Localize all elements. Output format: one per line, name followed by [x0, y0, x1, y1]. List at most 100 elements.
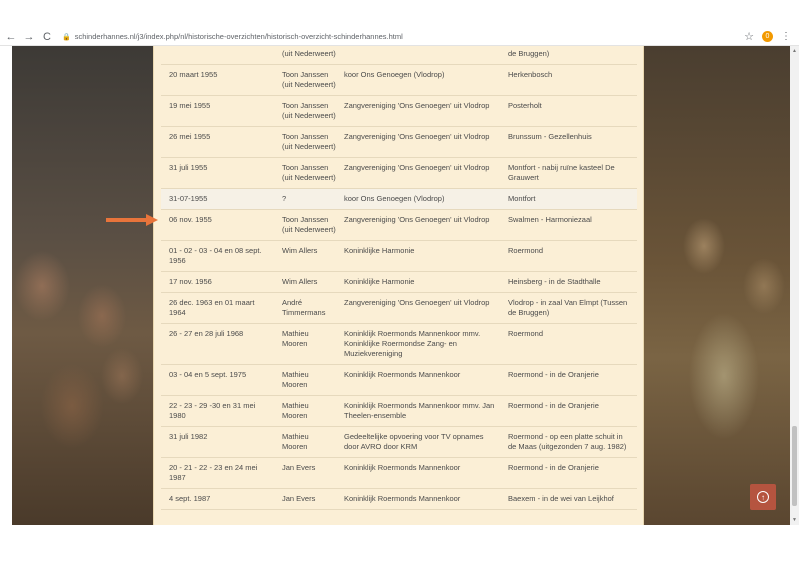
cell-performer: Koninklijke Harmonie — [344, 277, 415, 286]
lock-icon: 🔒 — [62, 33, 71, 41]
menu-icon[interactable]: ⋮ — [781, 31, 791, 42]
cell-conductor: Wim Allers — [282, 277, 318, 286]
content-panel: (uit Nederweert) de Bruggen) 20 maart 1955… — [153, 46, 644, 525]
table-row: 22 - 23 - 29 -30 en 31 mei 1980 Mathieu M… — [161, 396, 637, 427]
cell-performer: Koninklijke Harmonie — [344, 246, 415, 255]
cell-performer: Zangvereniging 'Ons Genoegen' uit Vlodro… — [344, 163, 490, 172]
cell-performer: Koninklijk Roermonds Mannenkoor — [344, 494, 461, 503]
cell-date: 06 nov. 1955 — [169, 215, 212, 224]
cell-date: 31 juli 1982 — [169, 432, 208, 441]
cell-performer: koor Ons Genoegen (Vlodrop) — [344, 70, 445, 79]
cell-date: 31-07-1955 — [169, 194, 208, 203]
cell-location: Montfort - nabij ruïne kasteel De Grauwe… — [508, 163, 615, 182]
cell-date: 20 maart 1955 — [169, 70, 218, 79]
cell-performer: Koninklijk Roermonds Mannenkoor mmv. Kon… — [344, 329, 481, 358]
reload-icon[interactable]: C — [40, 30, 54, 44]
cell-conductor: Wim Allers — [282, 246, 318, 255]
cell-conductor: Toon Janssen (uit Nederweert) — [282, 70, 336, 89]
url-text[interactable]: schinderhannes.nl/j3/index.php/nl/histor… — [75, 32, 403, 41]
scrollbar[interactable]: ▲ ▼ — [790, 46, 799, 525]
cell-conductor: ? — [282, 194, 287, 203]
scrollbar-thumb[interactable] — [792, 426, 797, 506]
cell-conductor: Toon Janssen (uit Nederweert) — [282, 101, 336, 120]
back-to-top-button[interactable]: ↑ — [750, 484, 776, 510]
cell-location: Vlodrop - in zaal Van Elmpt (Tussen de B… — [508, 298, 628, 317]
cell-location: Montfort — [508, 194, 536, 203]
cell-conductor: Toon Janssen (uit Nederweert) — [282, 163, 336, 182]
cell-conductor: Toon Janssen (uit Nederweert) — [282, 132, 336, 151]
cell-location: Posterholt — [508, 101, 542, 110]
cell-date: 4 sept. 1987 — [169, 494, 211, 503]
arrow-up-circle-icon: ↑ — [757, 491, 769, 503]
table-row: 01 - 02 - 03 - 04 en 08 sept. 1956 Wim Al… — [161, 241, 637, 272]
cell-conductor: Toon Janssen (uit Nederweert) — [282, 215, 336, 234]
address-bar[interactable]: 🔒 schinderhannes.nl/j3/index.php/nl/hist… — [62, 32, 403, 41]
cell-location: de Bruggen) — [508, 49, 550, 58]
cell-conductor: (uit Nederweert) — [282, 49, 336, 58]
cell-performer: Zangvereniging 'Ons Genoegen' uit Vlodro… — [344, 132, 490, 141]
cell-location: Herkenbosch — [508, 70, 553, 79]
performances-table: (uit Nederweert) de Bruggen) 20 maart 1955… — [161, 46, 637, 510]
cell-performer: Koninklijk Roermonds Mannenkoor — [344, 463, 461, 472]
table-row: 4 sept. 1987 Jan Evers Koninklijk Roermond… — [161, 489, 637, 510]
scroll-down-icon[interactable]: ▼ — [792, 517, 797, 523]
table-row: 17 nov. 1956 Wim Allers Koninklijke Harmon… — [161, 272, 637, 293]
cell-location: Roermond — [508, 329, 544, 338]
table-row: 19 mei 1955 Toon Janssen (uit Nederweert)… — [161, 96, 637, 127]
table-row: (uit Nederweert) de Bruggen) — [161, 46, 637, 65]
cell-performer: Koninklijk Roermonds Mannenkoor mmv. Jan… — [344, 401, 495, 420]
cell-conductor: Jan Evers — [282, 463, 316, 472]
cell-conductor: André Timmermans — [282, 298, 326, 317]
cell-date — [161, 46, 278, 64]
cell-performer — [340, 46, 504, 64]
table-row: 26 - 27 en 28 juli 1968 Mathieu Mooren Kon… — [161, 324, 637, 365]
cell-location: Roermond - in de Oranjerie — [508, 463, 599, 472]
cell-location: Brunssum - Gezellenhuis — [508, 132, 592, 141]
cell-location: Roermond - op een platte schuit in de Ma… — [508, 432, 627, 451]
background-photo-right — [644, 46, 790, 525]
forward-icon[interactable]: → — [22, 30, 36, 44]
table-row: 31-07-1955? koor Ons Genoegen (Vlodrop) Mo… — [161, 189, 637, 210]
table-row: 20 - 21 - 22 - 23 en 24 mei 1987 Jan Ever… — [161, 458, 637, 489]
cell-conductor: Mathieu Mooren — [282, 370, 309, 389]
cell-performer: Koninklijk Roermonds Mannenkoor — [344, 370, 461, 379]
cell-date: 01 - 02 - 03 - 04 en 08 sept. 1956 — [169, 246, 262, 265]
table-row: 20 maart 1955 Toon Janssen (uit Nederweer… — [161, 65, 637, 96]
table-row: 31 juli 1955 Toon Janssen (uit Nederweert… — [161, 158, 637, 189]
page-viewport: (uit Nederweert) de Bruggen) 20 maart 1955… — [12, 46, 790, 525]
cell-location: Swalmen - Harmoniezaal — [508, 215, 592, 224]
cell-location: Baexem - in de wei van Leijkhof — [508, 494, 614, 503]
cell-date: 26 mei 1955 — [169, 132, 211, 141]
cell-date: 20 - 21 - 22 - 23 en 24 mei 1987 — [169, 463, 258, 482]
table-row: 06 nov. 1955 Toon Janssen (uit Nederweert… — [161, 210, 637, 241]
scroll-up-icon[interactable]: ▲ — [792, 48, 797, 54]
background-photo-left — [12, 46, 153, 525]
cell-location: Roermond - in de Oranjerie — [508, 370, 599, 379]
cell-date: 17 nov. 1956 — [169, 277, 212, 286]
cell-location: Heinsberg - in de Stadthalle — [508, 277, 601, 286]
cell-performer: Zangvereniging 'Ons Genoegen' uit Vlodro… — [344, 101, 490, 110]
back-icon[interactable]: ← — [4, 30, 18, 44]
cell-date: 31 juli 1955 — [169, 163, 208, 172]
cell-conductor: Jan Evers — [282, 494, 316, 503]
bookmark-star-icon[interactable]: ☆ — [744, 30, 754, 43]
cell-conductor: Mathieu Mooren — [282, 329, 309, 348]
cell-date: 19 mei 1955 — [169, 101, 211, 110]
cell-date: 03 - 04 en 5 sept. 1975 — [169, 370, 247, 379]
browser-toolbar: ← → C 🔒 schinderhannes.nl/j3/index.php/n… — [0, 28, 799, 46]
cell-performer: Gedeeltelijke opvoering voor TV opnames … — [344, 432, 484, 451]
cell-location: Roermond — [508, 246, 544, 255]
cell-performer: Zangvereniging 'Ons Genoegen' uit Vlodro… — [344, 298, 490, 307]
cell-date: 22 - 23 - 29 -30 en 31 mei 1980 — [169, 401, 256, 420]
cell-location: Roermond - in de Oranjerie — [508, 401, 599, 410]
table-row: 26 mei 1955 Toon Janssen (uit Nederweert)… — [161, 127, 637, 158]
arrow-right-icon — [106, 214, 158, 226]
table-row: 03 - 04 en 5 sept. 1975 Mathieu Mooren Kon… — [161, 365, 637, 396]
cell-performer: koor Ons Genoegen (Vlodrop) — [344, 194, 445, 203]
cell-date: 26 dec. 1963 en 01 maart 1964 — [169, 298, 255, 317]
table-row: 31 juli 1982 Mathieu Mooren Gedeeltelijke … — [161, 427, 637, 458]
cell-date: 26 - 27 en 28 juli 1968 — [169, 329, 244, 338]
cell-conductor: Mathieu Mooren — [282, 401, 309, 420]
profile-avatar[interactable]: 0 — [762, 31, 773, 42]
cell-performer: Zangvereniging 'Ons Genoegen' uit Vlodro… — [344, 215, 490, 224]
